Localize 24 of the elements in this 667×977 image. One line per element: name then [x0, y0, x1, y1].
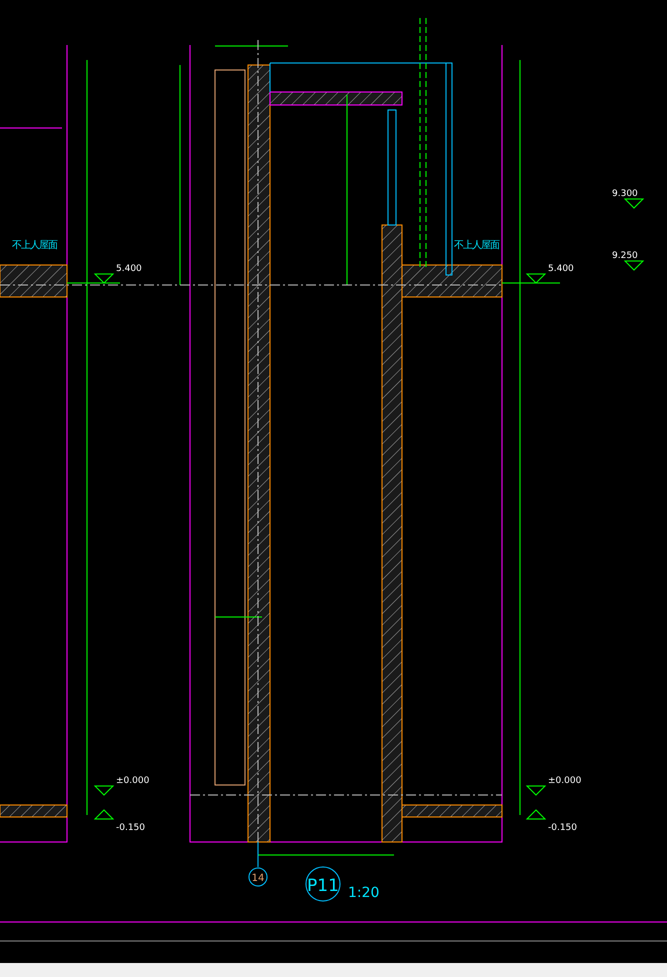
elevation-marker-icon	[526, 274, 546, 284]
elevation-value: -0.150	[548, 823, 578, 833]
detail-title-bubble: P11	[306, 866, 340, 902]
elevation-value: 5.400	[116, 264, 142, 274]
elevation-marker-icon	[526, 809, 546, 820]
elevation-value: ±0.000	[548, 776, 582, 786]
elevation-value: ±0.000	[116, 776, 150, 786]
elevation-marker-icon	[624, 198, 644, 209]
elevation-value: 9.250	[612, 251, 638, 261]
elevation-value: 5.400	[548, 264, 574, 274]
floor-slab	[0, 804, 68, 818]
roof-label: 不上人屋面	[454, 240, 500, 251]
floor-slab	[0, 264, 68, 298]
elevation-marker-icon	[94, 786, 114, 796]
axis-bubble: 14	[248, 868, 268, 886]
elevation-marker-icon	[94, 274, 114, 284]
elevation-value: -0.150	[116, 823, 146, 833]
elevation-marker-icon	[94, 809, 114, 820]
elevation-value: 9.300	[612, 189, 638, 199]
roof-label: 不上人屋面	[12, 240, 58, 251]
elevation-marker-icon	[526, 786, 546, 796]
dimension-line	[214, 616, 262, 618]
scale-label: 1:20	[348, 885, 380, 901]
elevation-marker-icon	[624, 260, 644, 271]
